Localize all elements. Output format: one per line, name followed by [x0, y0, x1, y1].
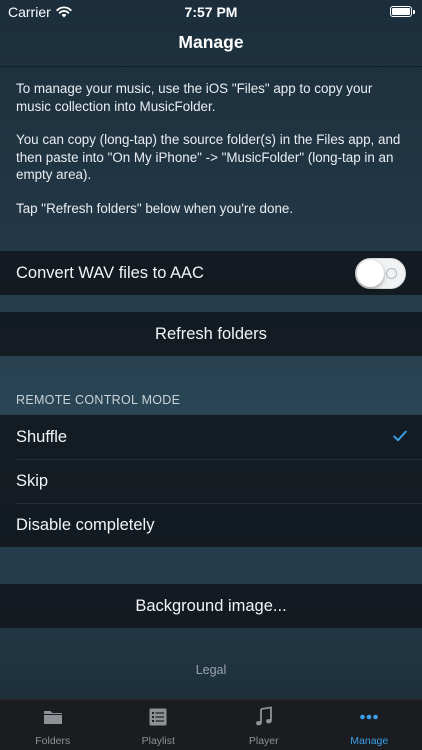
- battery-icon: [390, 6, 415, 17]
- page-title: Manage: [178, 32, 244, 52]
- remote-option-label: Shuffle: [16, 427, 68, 446]
- toggle-knob: [357, 260, 384, 287]
- tab-player[interactable]: Player: [211, 700, 317, 750]
- tab-label: Player: [248, 735, 279, 747]
- tab-label: Folders: [35, 735, 71, 747]
- remote-control-options: Shuffle Skip Disable completely: [0, 415, 422, 547]
- remote-option-label: Disable completely: [16, 515, 155, 534]
- more-dots-icon: [360, 714, 379, 720]
- background-image-button[interactable]: Background image...: [0, 584, 422, 628]
- convert-wav-toggle[interactable]: [355, 258, 406, 289]
- instructions-text: To manage your music, use the iOS "Files…: [16, 80, 410, 233]
- tab-manage[interactable]: Manage: [317, 700, 422, 750]
- convert-wav-row: Convert WAV files to AAC: [0, 251, 422, 295]
- toggle-off-indicator-icon: [386, 268, 397, 279]
- background-image-label: Background image...: [135, 596, 287, 615]
- legal-link[interactable]: Legal: [0, 663, 422, 677]
- convert-wav-label: Convert WAV files to AAC: [16, 263, 204, 282]
- refresh-folders-button[interactable]: Refresh folders: [0, 312, 422, 356]
- tab-bar: Folders Playlist Player Manage: [0, 699, 422, 750]
- checkmark-icon: [393, 430, 407, 442]
- refresh-folders-label: Refresh folders: [155, 324, 267, 343]
- remote-control-header: REMOTE CONTROL MODE: [16, 393, 181, 407]
- instructions-paragraph-3: Tap "Refresh folders" below when you're …: [16, 200, 294, 216]
- folder-icon: [43, 711, 62, 724]
- tab-label: Manage: [350, 735, 389, 747]
- remote-option-shuffle[interactable]: Shuffle: [0, 415, 422, 459]
- status-time: 7:57 PM: [184, 4, 238, 20]
- remote-option-disable[interactable]: Disable completely: [0, 503, 422, 547]
- instructions-paragraph-2: You can copy (long-tap) the source folde…: [16, 132, 401, 182]
- tab-playlist[interactable]: Playlist: [106, 700, 212, 750]
- tab-folders[interactable]: Folders: [0, 700, 106, 750]
- tab-label: Playlist: [141, 735, 175, 747]
- status-bar: Carrier 7:57 PM: [0, 0, 422, 24]
- remote-option-skip[interactable]: Skip: [0, 459, 422, 503]
- list-icon: [149, 708, 167, 726]
- remote-option-label: Skip: [16, 471, 49, 490]
- instructions-paragraph-1: To manage your music, use the iOS "Files…: [16, 81, 373, 114]
- music-note-icon: [255, 706, 272, 726]
- nav-divider: [0, 66, 422, 67]
